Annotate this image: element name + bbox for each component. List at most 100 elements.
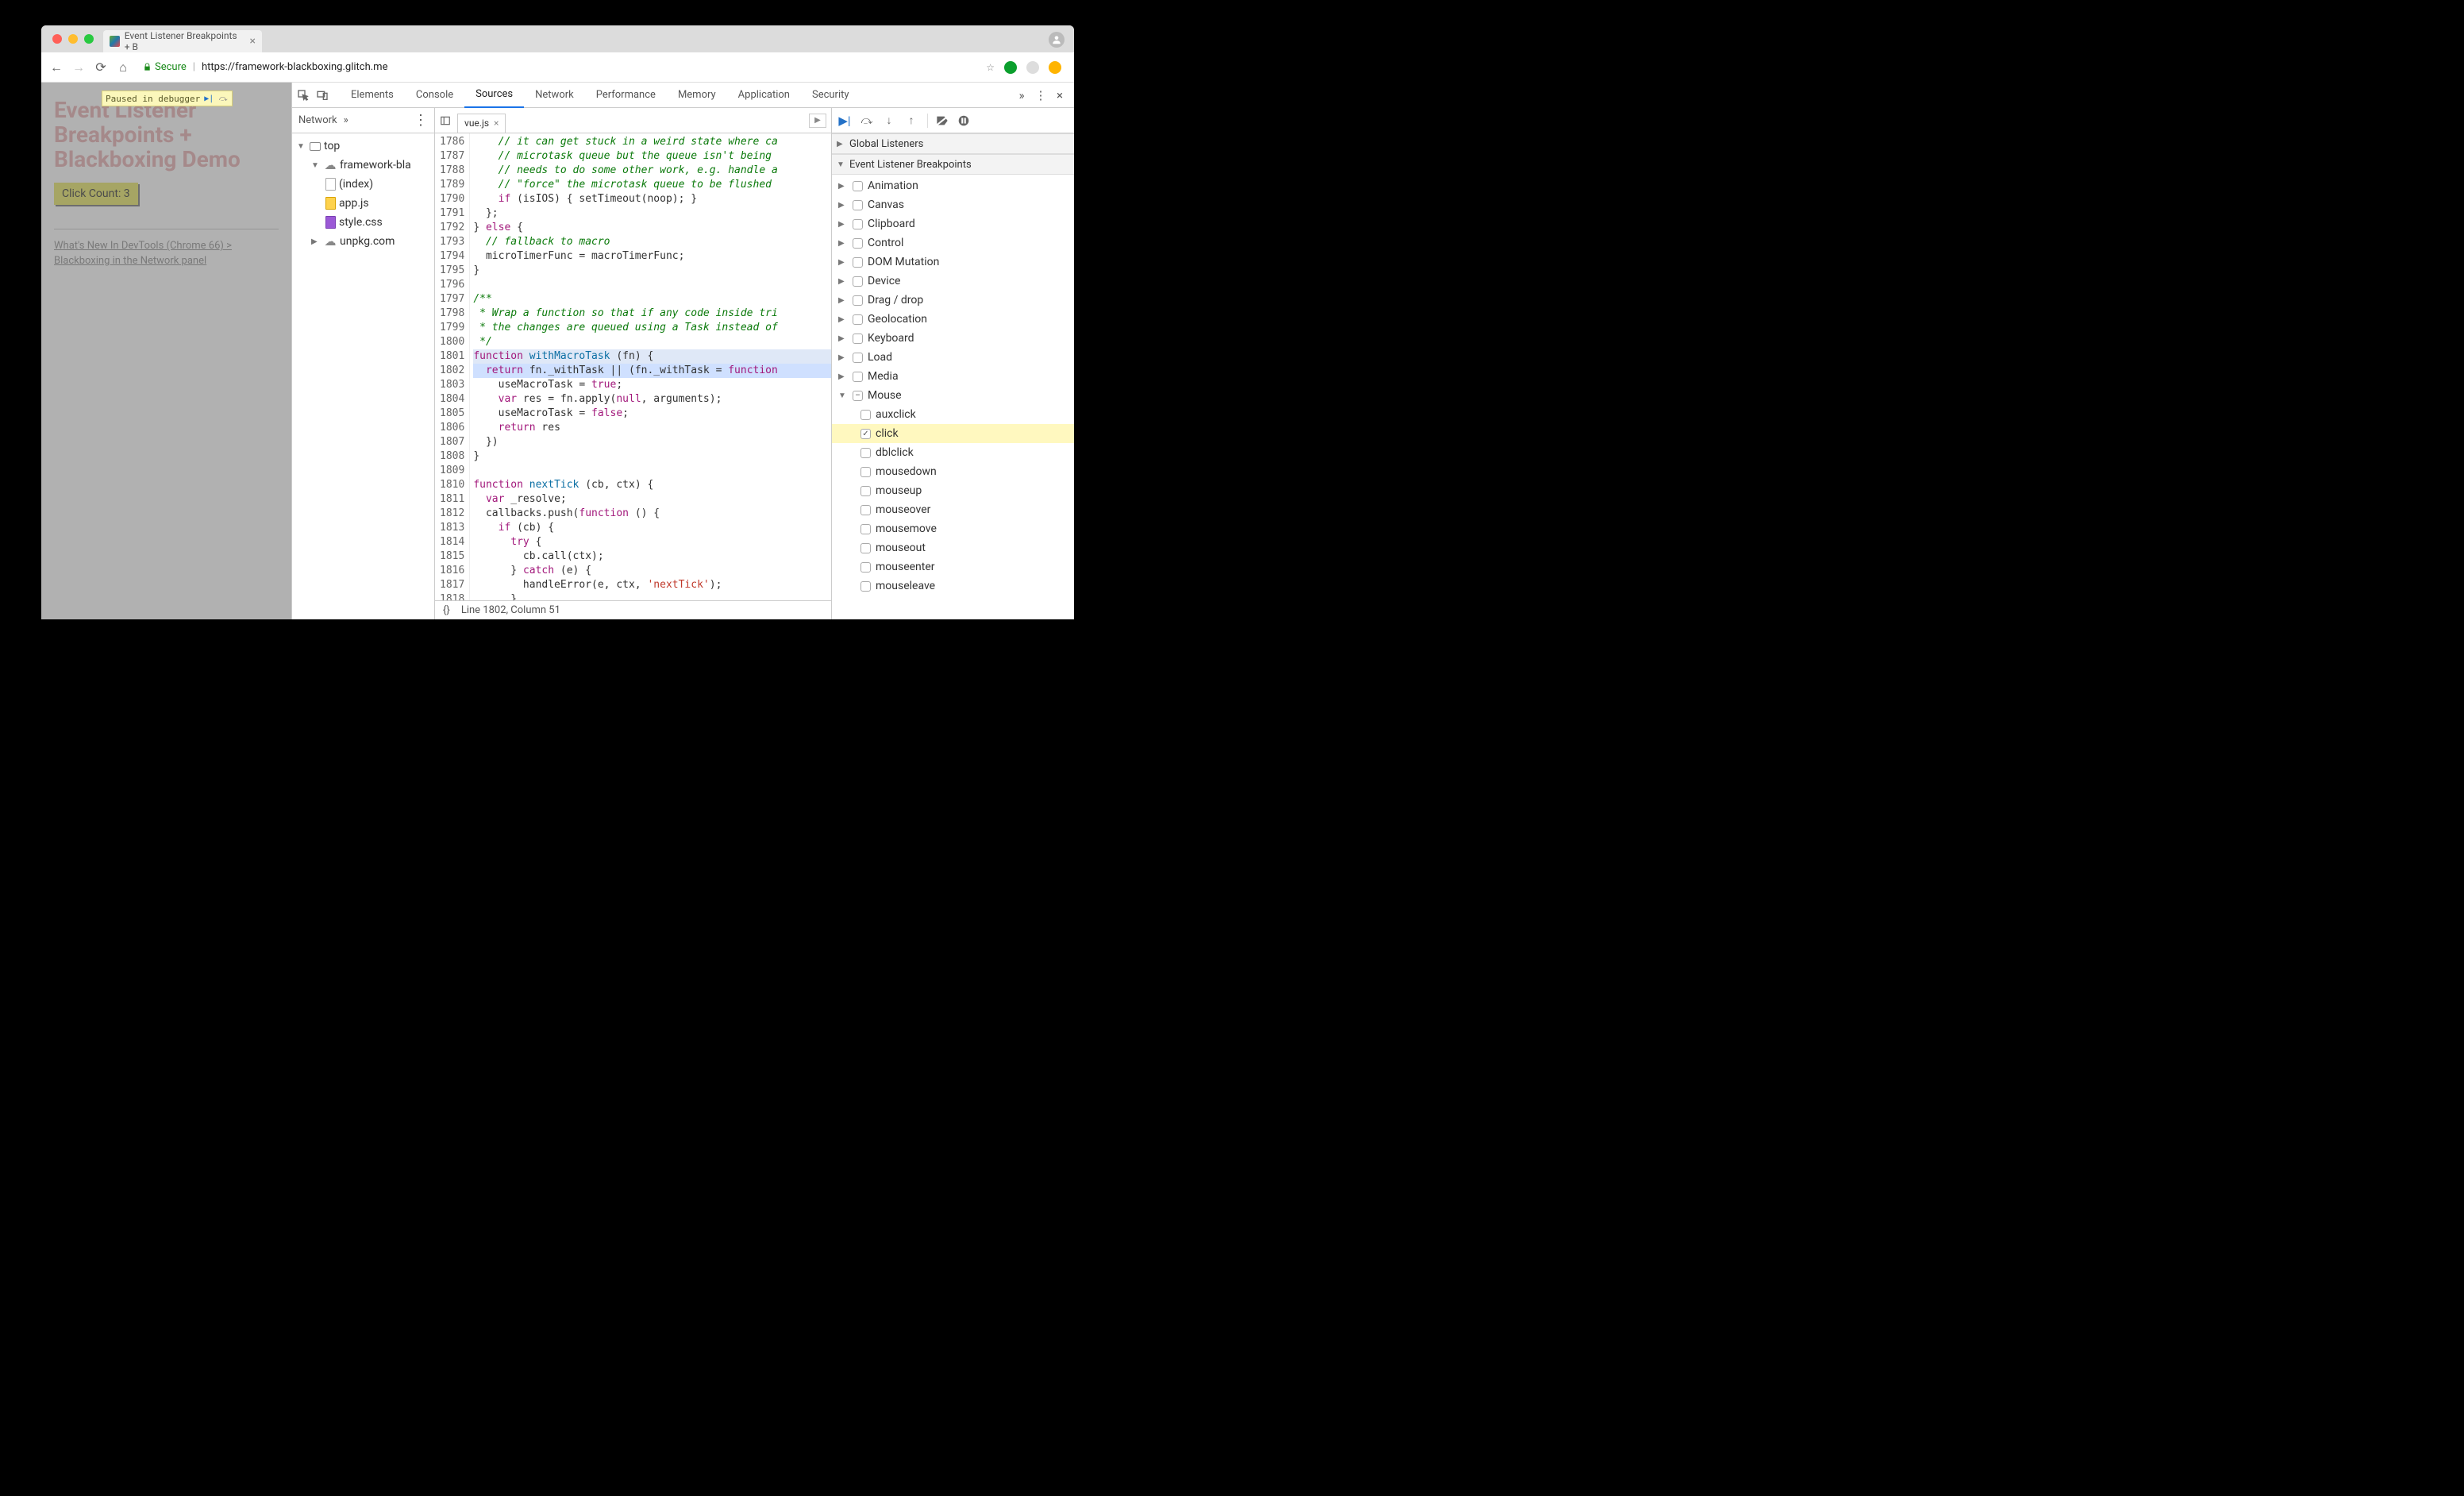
resume-icon[interactable]: ▶| <box>837 114 853 128</box>
step-out-icon[interactable]: ↑ <box>903 114 919 127</box>
close-window-icon[interactable] <box>52 34 62 44</box>
secure-indicator[interactable]: Secure <box>143 61 187 73</box>
extension-icon[interactable] <box>1026 61 1039 74</box>
checkbox[interactable] <box>860 448 871 458</box>
checkbox[interactable] <box>860 524 871 534</box>
devtools-panel-performance[interactable]: Performance <box>585 83 667 108</box>
checkbox[interactable] <box>853 314 863 325</box>
bp-category[interactable]: ▶Canvas <box>832 195 1074 214</box>
inspect-icon[interactable] <box>297 89 316 102</box>
checkbox[interactable] <box>860 543 871 553</box>
file-tab[interactable]: vue.js × <box>457 114 506 133</box>
bp-category[interactable]: ▶Device <box>832 272 1074 291</box>
bp-category[interactable]: ▶Control <box>832 233 1074 253</box>
profile-icon[interactable] <box>1049 32 1065 48</box>
checkbox[interactable] <box>853 372 863 382</box>
checkbox[interactable] <box>860 486 871 496</box>
devtools-panel-console[interactable]: Console <box>405 83 464 108</box>
devtools-panel-application[interactable]: Application <box>727 83 801 108</box>
reload-icon[interactable]: ⟳ <box>94 60 108 75</box>
toggle-sidebar-icon[interactable] <box>440 115 456 126</box>
devtools-panel-sources[interactable]: Sources <box>464 83 524 108</box>
resume-mini-icon[interactable]: ▶| <box>203 93 214 104</box>
bp-event[interactable]: auxclick <box>832 405 1074 424</box>
checkbox[interactable] <box>853 391 863 401</box>
checkbox[interactable] <box>853 238 863 249</box>
forward-icon[interactable]: → <box>71 60 86 75</box>
checkbox[interactable] <box>853 200 863 210</box>
close-tab-icon[interactable]: × <box>250 35 256 48</box>
checkbox[interactable] <box>853 181 863 191</box>
devtools-menu-icon[interactable]: ⋮ <box>1031 88 1050 102</box>
step-into-icon[interactable]: ↓ <box>881 114 897 127</box>
code-status-bar: {} Line 1802, Column 51 <box>435 600 831 619</box>
extension-icon[interactable] <box>1049 61 1061 74</box>
section-global-listeners[interactable]: ▶Global Listeners <box>832 133 1074 154</box>
navigator-tab[interactable]: Network <box>298 114 337 126</box>
minimize-window-icon[interactable] <box>68 34 78 44</box>
more-panels-icon[interactable]: » <box>1012 88 1031 102</box>
devtools-panel-memory[interactable]: Memory <box>667 83 727 108</box>
bp-category[interactable]: ▼Mouse <box>832 386 1074 405</box>
tree-file[interactable]: app.js <box>294 194 433 213</box>
home-icon[interactable]: ⌂ <box>116 60 130 75</box>
tree-file[interactable]: style.css <box>294 213 433 232</box>
bp-event[interactable]: mouseout <box>832 538 1074 557</box>
devtools-panel-security[interactable]: Security <box>801 83 860 108</box>
checkbox[interactable] <box>853 276 863 287</box>
tree-file[interactable]: (index) <box>294 175 433 194</box>
checkbox[interactable] <box>860 581 871 592</box>
checkbox[interactable] <box>860 467 871 477</box>
tree-domain[interactable]: ☁ unpkg.com <box>294 232 433 251</box>
checkbox[interactable] <box>853 219 863 229</box>
more-tabs-icon[interactable]: » <box>344 114 348 126</box>
tree-top[interactable]: top <box>294 137 433 156</box>
devtools-top-bar: ElementsConsoleSourcesNetworkPerformance… <box>292 83 1074 108</box>
step-mini-icon[interactable]: ⤼ <box>218 93 229 104</box>
tree-domain[interactable]: ☁ framework-bla <box>294 156 433 175</box>
checkbox[interactable] <box>853 257 863 268</box>
back-icon[interactable]: ← <box>49 60 64 75</box>
bp-category[interactable]: ▶Clipboard <box>832 214 1074 233</box>
navigator-menu-icon[interactable]: ⋮ <box>414 112 428 129</box>
checkbox[interactable] <box>853 334 863 344</box>
devtools-panel-network[interactable]: Network <box>524 83 585 108</box>
fullscreen-window-icon[interactable] <box>84 34 94 44</box>
bp-event[interactable]: mouseenter <box>832 557 1074 576</box>
bp-event[interactable]: dblclick <box>832 443 1074 462</box>
bp-category[interactable]: ▶Media <box>832 367 1074 386</box>
bp-event[interactable]: mouseleave <box>832 576 1074 596</box>
devtools-panel-elements[interactable]: Elements <box>340 83 405 108</box>
bp-event[interactable]: mousedown <box>832 462 1074 481</box>
step-over-icon[interactable]: ⤼ <box>859 114 875 127</box>
url-field[interactable]: Secure | https://framework-blackboxing.g… <box>138 57 978 78</box>
bp-event[interactable]: mousemove <box>832 519 1074 538</box>
run-snippet-icon[interactable]: ▶ <box>809 114 826 128</box>
checkbox[interactable] <box>860 410 871 420</box>
bp-category[interactable]: ▶Load <box>832 348 1074 367</box>
section-elb[interactable]: ▼Event Listener Breakpoints <box>832 154 1074 175</box>
browser-tab[interactable]: Event Listener Breakpoints + B × <box>103 30 262 52</box>
bp-category[interactable]: ▶DOM Mutation <box>832 253 1074 272</box>
extension-icon[interactable] <box>1004 61 1017 74</box>
bookmark-icon[interactable]: ☆ <box>986 62 995 73</box>
checkbox[interactable] <box>853 295 863 306</box>
pause-exceptions-icon[interactable] <box>958 115 974 126</box>
close-devtools-icon[interactable]: × <box>1050 88 1069 102</box>
bp-category[interactable]: ▶Geolocation <box>832 310 1074 329</box>
code-body[interactable]: 1786178717881789179017911792179317941795… <box>435 133 831 600</box>
bp-event[interactable]: mouseover <box>832 500 1074 519</box>
close-file-icon[interactable]: × <box>494 118 499 129</box>
pretty-print-icon[interactable]: {} <box>443 604 450 616</box>
checkbox[interactable] <box>860 562 871 573</box>
device-toolbar-icon[interactable] <box>316 89 335 102</box>
bp-event[interactable]: click <box>832 424 1074 443</box>
bp-category[interactable]: ▶Animation <box>832 176 1074 195</box>
checkbox[interactable] <box>853 353 863 363</box>
bp-category[interactable]: ▶Drag / drop <box>832 291 1074 310</box>
bp-event[interactable]: mouseup <box>832 481 1074 500</box>
checkbox[interactable] <box>860 429 871 439</box>
checkbox[interactable] <box>860 505 871 515</box>
bp-category[interactable]: ▶Keyboard <box>832 329 1074 348</box>
deactivate-bp-icon[interactable] <box>936 115 952 126</box>
